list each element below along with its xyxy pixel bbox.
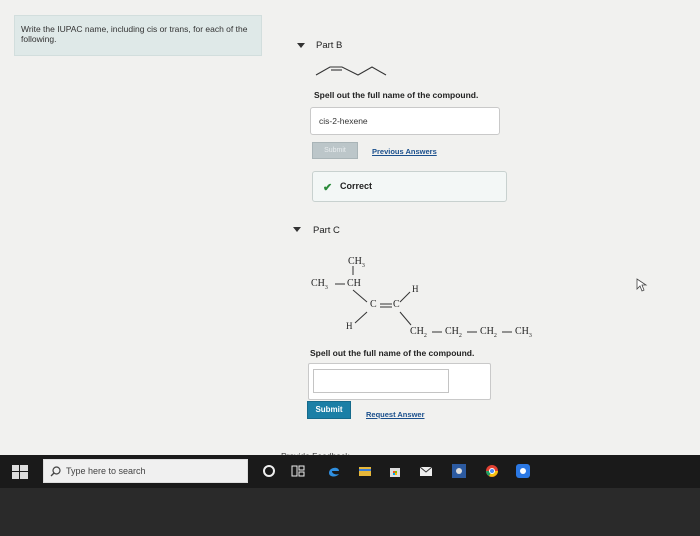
chain-ch2-2: CH2	[445, 326, 462, 339]
part-b-title[interactable]: Part B	[316, 40, 342, 51]
chain-ch2-1: CH2	[410, 326, 427, 339]
checkmark-icon: ✔	[323, 182, 333, 194]
part-c-prompt: Spell out the full name of the compound.	[310, 348, 475, 358]
mail-icon[interactable]	[419, 464, 433, 478]
hydrogen-left-label: H	[346, 321, 353, 331]
part-b-answer-field[interactable]: cis-2-hexene	[310, 107, 500, 135]
part-c-submit-button[interactable]: Submit	[307, 401, 351, 419]
edge-browser-icon[interactable]	[327, 464, 341, 478]
taskbar-search-box[interactable]: Type here to search	[43, 459, 248, 483]
desk-surface	[0, 488, 700, 536]
chain-ch3-terminal: CH3	[515, 326, 532, 339]
collapse-triangle-icon[interactable]	[297, 43, 305, 48]
windows-start-icon[interactable]	[12, 465, 28, 479]
chrome-icon[interactable]	[485, 464, 499, 478]
part-b-submit-button[interactable]: Submit	[312, 142, 358, 159]
cis-2-hexene-skeletal-structure	[315, 66, 387, 76]
instructions-text: Write the IUPAC name, including cis or t…	[21, 24, 248, 44]
correct-feedback-box: ✔ Correct	[312, 171, 507, 202]
windows-taskbar: Type here to search	[0, 455, 700, 488]
camera-icon[interactable]	[452, 464, 466, 478]
alkene-carbon-right: C	[393, 299, 400, 310]
part-c-title[interactable]: Part C	[313, 225, 340, 236]
alkene-carbon-left: C	[370, 299, 377, 310]
top-methyl-label: CH3	[348, 256, 365, 269]
request-answer-link[interactable]: Request Answer	[366, 410, 425, 419]
previous-answers-link[interactable]: Previous Answers	[372, 147, 437, 156]
task-view-icon[interactable]	[291, 464, 305, 478]
part-b-answer-value: cis-2-hexene	[319, 116, 368, 126]
part-c-answer-input[interactable]	[313, 369, 449, 393]
mouse-cursor-icon	[636, 278, 648, 292]
browser-page: Write the IUPAC name, including cis or t…	[0, 0, 700, 461]
part-b-prompt: Spell out the full name of the compound.	[314, 90, 479, 100]
collapse-triangle-icon[interactable]	[293, 227, 301, 232]
instructions-box: Write the IUPAC name, including cis or t…	[14, 15, 262, 56]
methine-label: CH	[347, 278, 361, 289]
search-icon	[50, 466, 61, 477]
cortana-circle-icon[interactable]	[262, 464, 276, 478]
search-placeholder: Type here to search	[66, 466, 146, 476]
correct-status-text: Correct	[340, 181, 373, 191]
part-c-answer-field[interactable]	[308, 363, 491, 400]
chain-ch2-3: CH2	[480, 326, 497, 339]
hydrogen-right-label: H	[412, 284, 419, 294]
left-methyl-label: CH3	[311, 278, 328, 291]
file-explorer-icon[interactable]	[358, 464, 372, 478]
store-bag-icon[interactable]	[388, 464, 402, 478]
app-icon[interactable]	[516, 464, 530, 478]
